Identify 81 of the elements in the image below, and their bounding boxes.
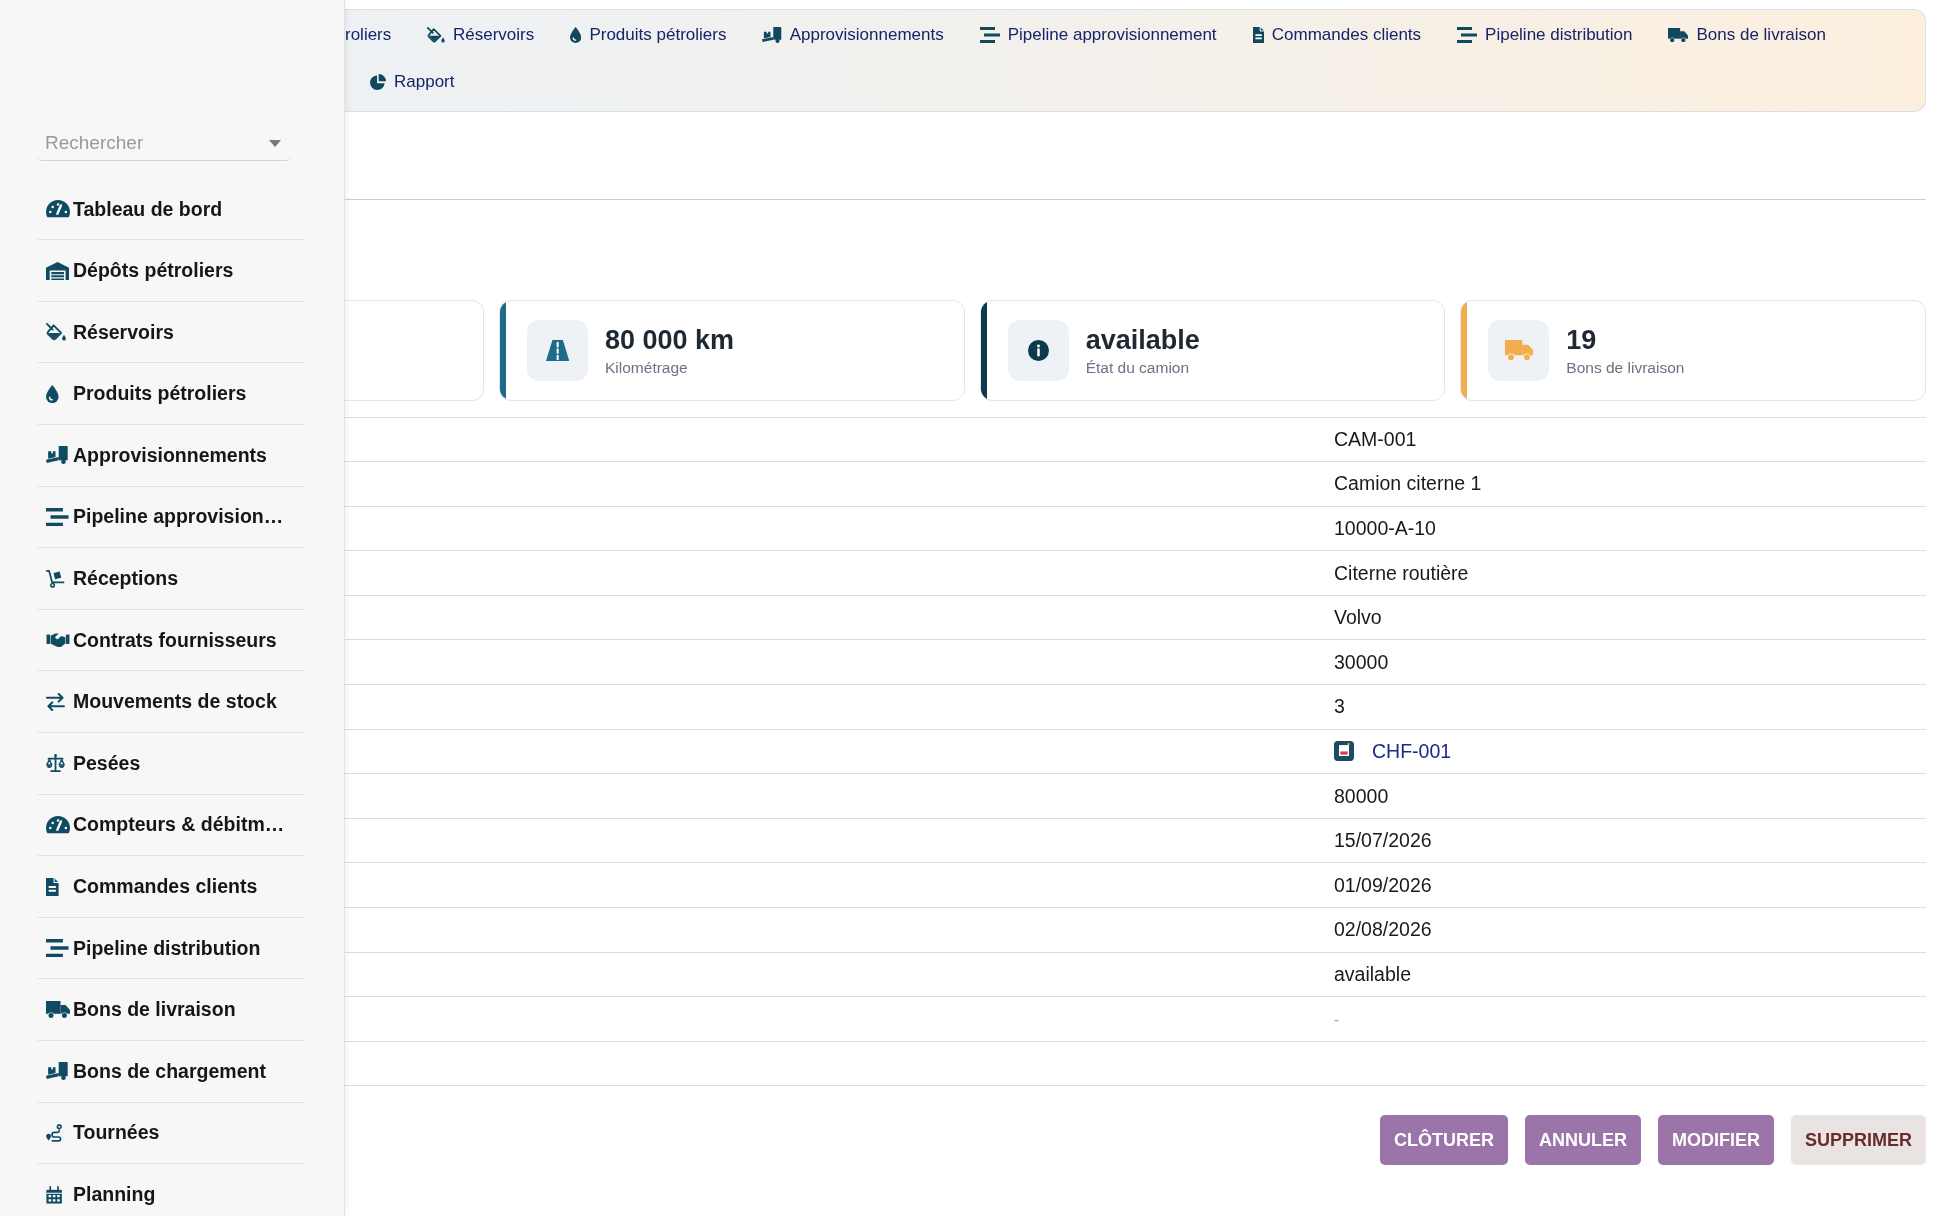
road-icon — [527, 319, 588, 381]
sidebar-item[interactable]: Réceptions — [38, 559, 305, 598]
field-value: Volvo — [1334, 606, 1382, 630]
gauge-icon — [46, 200, 70, 218]
document-icon — [46, 877, 59, 896]
loading-truck-icon — [46, 1062, 68, 1081]
sidebar-item[interactable]: Dépôts pétroliers — [38, 251, 305, 290]
truck-icon — [46, 1000, 70, 1019]
sidebar-item[interactable]: Bons de livraison — [38, 990, 305, 1029]
search-field[interactable]: Rechercher — [38, 126, 290, 161]
nav-link[interactable]: roliers — [345, 24, 392, 46]
nav-link[interactable]: Commandes clients — [1252, 24, 1422, 46]
sidebar-item[interactable]: Mouvements de stock — [38, 682, 305, 721]
field-value: 02/08/2026 — [1334, 918, 1432, 942]
action-button[interactable]: ANNULER — [1525, 1115, 1641, 1166]
loading-truck-icon — [46, 446, 68, 465]
field-value: available — [1334, 962, 1411, 986]
document-icon — [1252, 27, 1264, 43]
scale-icon — [46, 754, 66, 773]
swap-arrows-icon — [46, 692, 65, 711]
profile-badge-icon — [1334, 741, 1354, 762]
nav-link[interactable]: Pipeline distribution — [1457, 24, 1633, 46]
nav-link[interactable]: Pipeline approvisionnement — [979, 24, 1217, 46]
paint-bucket-icon — [427, 27, 445, 43]
nav-link[interactable]: Approvisionnements — [762, 24, 944, 46]
caret-icon — [269, 140, 281, 147]
record-link[interactable]: CHF-001 — [1372, 739, 1452, 763]
drop-icon — [46, 384, 59, 403]
loading-truck-icon — [762, 27, 782, 43]
truck-icon — [1488, 319, 1550, 381]
nav-link[interactable]: Rapport — [370, 71, 455, 93]
route-icon — [46, 1123, 63, 1142]
bars-icon — [46, 939, 69, 958]
sidebar-item[interactable]: Pipeline approvision… — [38, 497, 305, 536]
sidebar-item[interactable]: Tableau de bord — [38, 190, 305, 228]
bars-icon — [979, 27, 1000, 43]
field-value: CAM-001 — [1334, 427, 1417, 451]
stat-label: Kilométrage — [605, 359, 689, 377]
nav-link[interactable]: Produits pétroliers — [570, 24, 727, 46]
hand-truck-icon — [46, 569, 65, 588]
calendar-icon — [46, 1185, 63, 1204]
sidebar-item[interactable]: Contrats fournisseurs — [38, 621, 305, 660]
stat-label: État du camion — [1085, 359, 1191, 377]
handshake-icon — [46, 633, 70, 648]
field-value: - — [1334, 1010, 1339, 1028]
action-button[interactable]: MODIFIER — [1658, 1115, 1774, 1166]
sidebar-item[interactable]: Approvisionnements — [38, 436, 305, 475]
truck-icon — [1668, 27, 1689, 43]
field-value: 3 — [1334, 695, 1345, 719]
bars-icon — [1457, 27, 1478, 43]
stat-label: Bons de livraison — [1566, 359, 1685, 377]
info-icon — [1007, 319, 1069, 381]
bars-icon — [46, 507, 69, 526]
field-value: Citerne routière — [1334, 561, 1469, 585]
field-value: 80000 — [1334, 784, 1389, 808]
field-value: 10000-A-10 — [1334, 517, 1436, 540]
warehouse-icon — [46, 261, 70, 280]
field-value: 15/07/2026 — [1334, 829, 1432, 853]
sidebar-item[interactable]: Bons de chargement — [38, 1052, 305, 1091]
nav-link[interactable]: Bons de livraison — [1668, 24, 1826, 46]
sidebar-item[interactable]: Pesées — [38, 744, 305, 783]
stat-value: 19 — [1566, 325, 1598, 356]
sidebar-item[interactable]: Produits pétroliers — [38, 374, 305, 413]
sidebar-item[interactable]: Commandes clients — [38, 867, 305, 906]
sidebar-item[interactable]: Pipeline distribution — [38, 929, 305, 968]
stat-value: available — [1085, 325, 1200, 356]
sidebar-item[interactable]: Réservoirs — [38, 313, 305, 352]
field-value: Camion citerne 1 — [1334, 472, 1482, 496]
sidebar-item[interactable]: Tournées — [38, 1113, 305, 1152]
field-value: 01/09/2026 — [1334, 873, 1432, 897]
nav-link[interactable]: Réservoirs — [427, 24, 535, 46]
action-button[interactable]: SUPPRIMER — [1791, 1115, 1926, 1166]
paint-bucket-icon — [46, 323, 66, 342]
gauge-icon — [46, 816, 70, 834]
action-button[interactable]: CLÔTURER — [1380, 1115, 1508, 1166]
field-value: 30000 — [1334, 650, 1389, 674]
stat-value: 80 000 km — [605, 325, 735, 356]
sidebar-item[interactable]: Planning — [38, 1175, 305, 1214]
sidebar-item[interactable]: Compteurs & débitm… — [38, 805, 305, 844]
pie-chart-icon — [370, 74, 386, 90]
drop-icon — [570, 27, 582, 43]
